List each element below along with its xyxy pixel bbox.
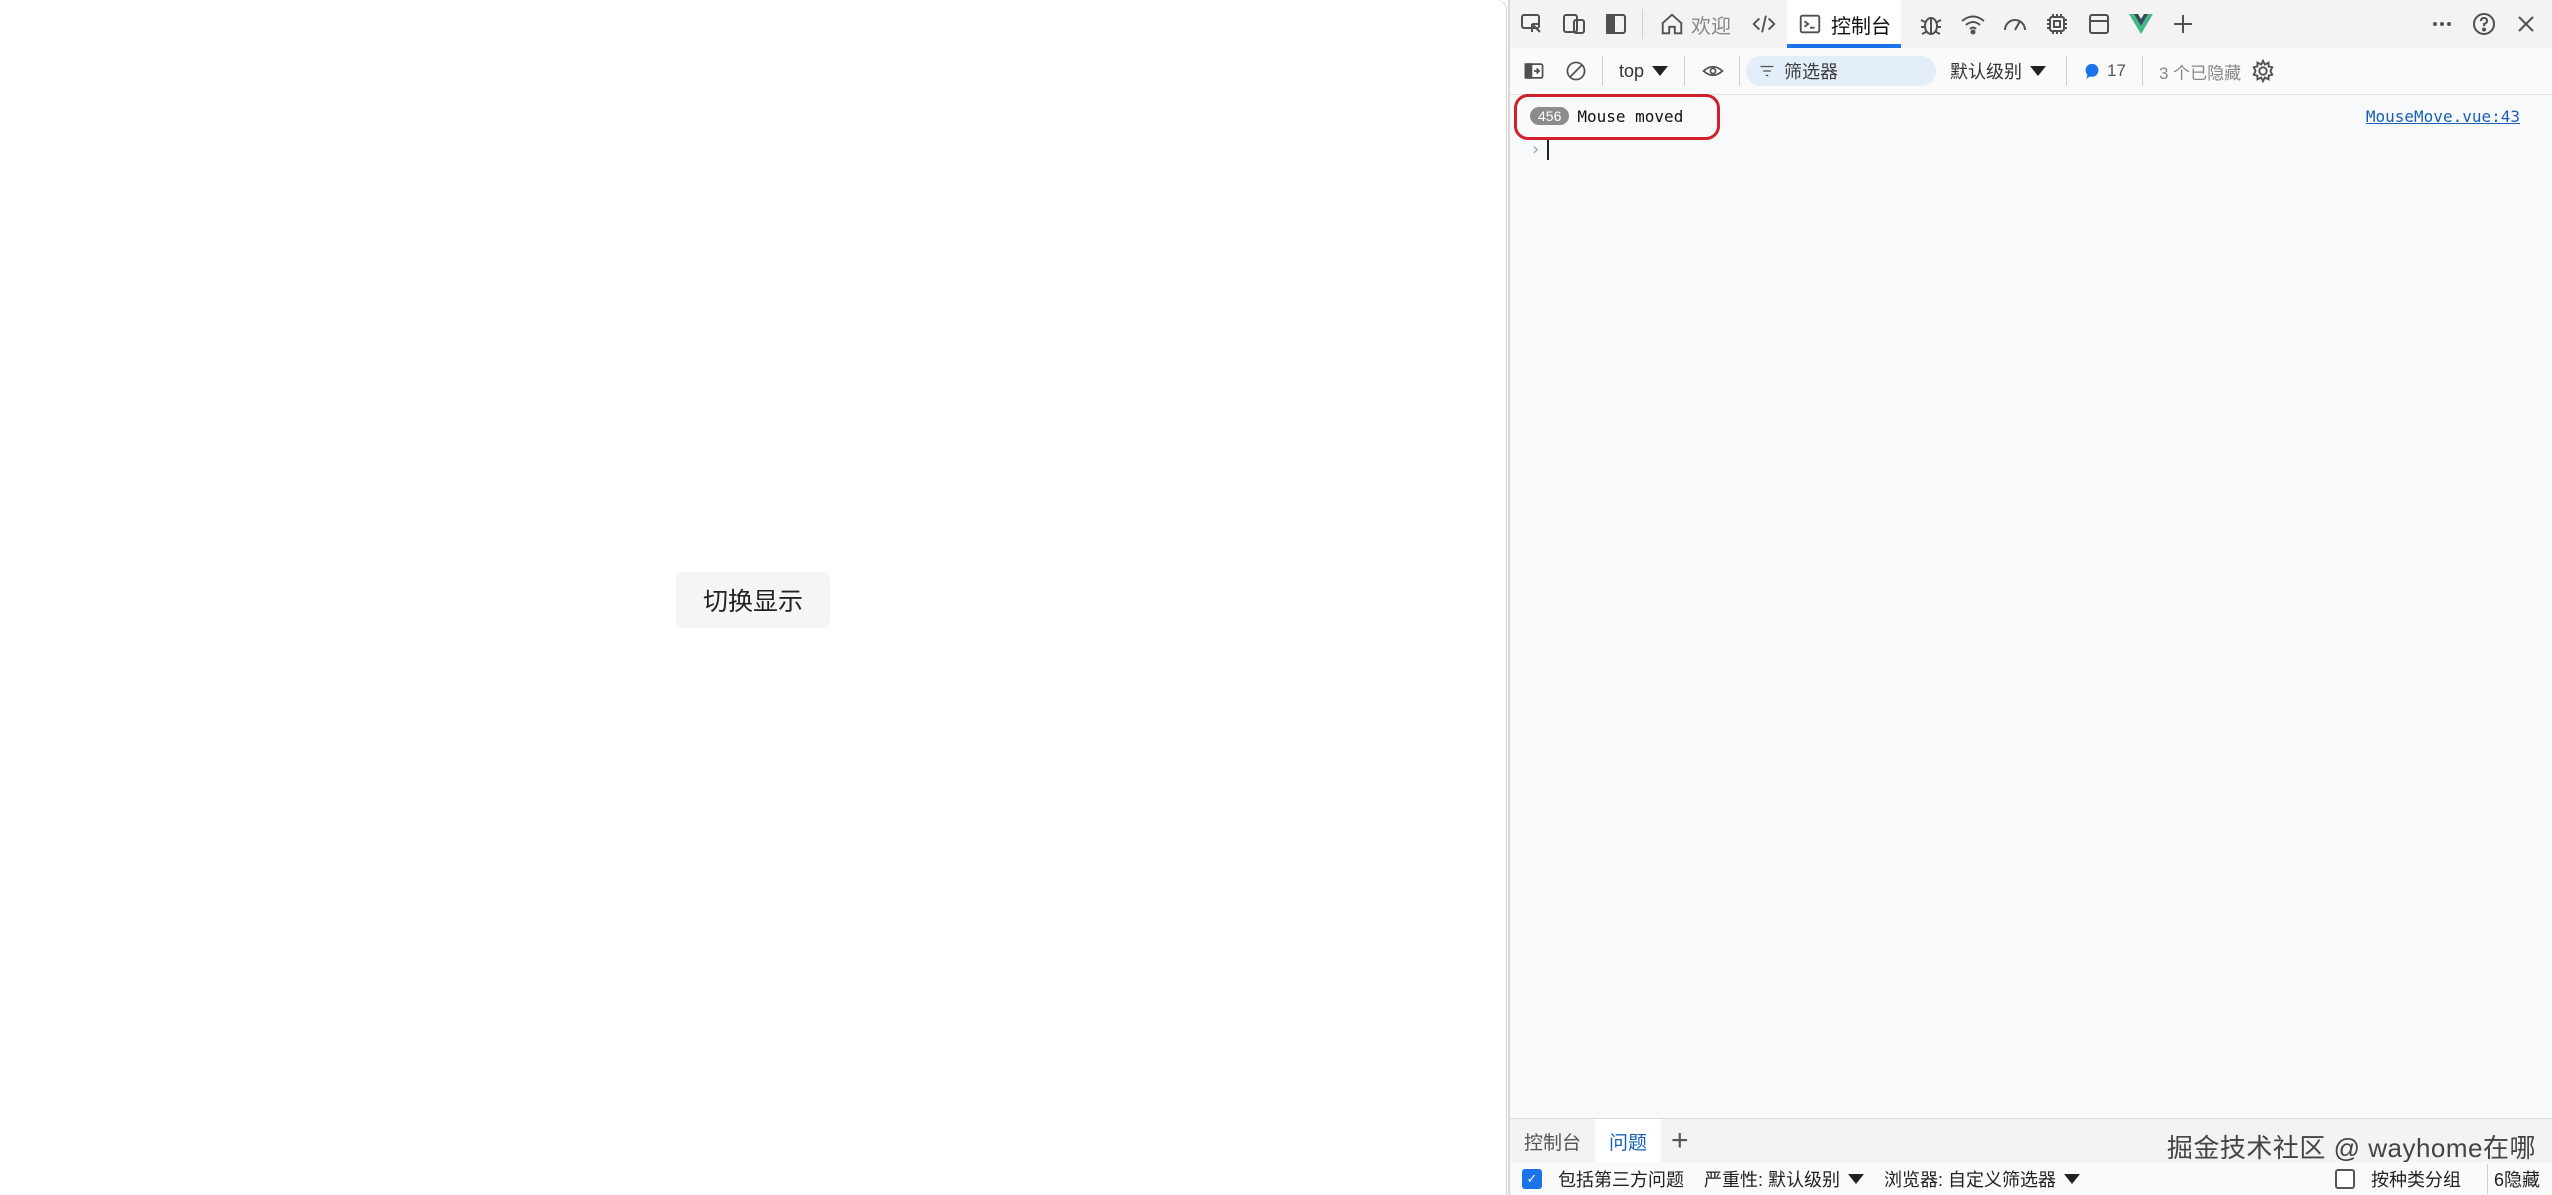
log-level-label: 默认级别 — [1950, 62, 2023, 82]
tab-console-label: 控制台 — [1831, 15, 1891, 38]
tab-elements[interactable] — [1741, 0, 1787, 48]
performance-icon[interactable] — [1995, 4, 2035, 44]
log-level-dropdown[interactable]: 默认级别 — [1936, 58, 2060, 84]
add-tab-icon[interactable] — [2163, 4, 2203, 44]
source-link[interactable]: MouseMove.vue:43 — [2366, 107, 2520, 126]
prompt-chevron-icon: › — [1530, 139, 1541, 160]
checkbox-unchecked-icon — [2334, 1168, 2355, 1189]
include-third-party-label: 包括第三方问题 — [1558, 1169, 1684, 1190]
filter-placeholder: 筛选器 — [1784, 62, 1839, 82]
memory-chip-icon[interactable] — [2037, 4, 2077, 44]
application-window-icon[interactable] — [2079, 4, 2119, 44]
dock-sidebar-icon[interactable] — [1596, 4, 1636, 44]
context-selector[interactable]: top — [1609, 61, 1678, 82]
webpage-viewport: 切换显示 — [0, 0, 1506, 1195]
close-icon[interactable] — [2506, 4, 2546, 44]
tab-console[interactable]: 控制台 — [1787, 0, 1901, 48]
console-icon — [1797, 11, 1823, 37]
console-settings-gear-icon[interactable] — [2243, 51, 2283, 91]
bug-icon[interactable] — [1911, 4, 1951, 44]
console-output[interactable]: 456 Mouse moved MouseMove.vue:43 › — [1510, 94, 2552, 1115]
filter-icon — [1758, 62, 1776, 80]
issues-hidden-count: 6隐藏 — [2493, 1169, 2540, 1190]
device-emulation-icon[interactable] — [1554, 4, 1594, 44]
severity-dropdown[interactable]: 严重性: 默认级别 — [1704, 1166, 1865, 1192]
message-bubble-icon — [2083, 62, 2101, 80]
devtools-topbar: 欢迎 控制台 — [1510, 0, 2552, 49]
devtools-panel: 欢迎 控制台 top 筛选器 默认级别 17 3 个已隐藏 456 Mouse … — [1508, 0, 2552, 1195]
browser-filter-label: 浏览器: 自定义筛选器 — [1884, 1169, 2057, 1190]
issues-toolbar: ✓ 包括第三方问题 严重性: 默认级别 浏览器: 自定义筛选器 按种类分组 6隐… — [1510, 1162, 2552, 1195]
checkbox-checked-icon: ✓ — [1522, 1168, 1542, 1189]
tab-welcome[interactable]: 欢迎 — [1649, 0, 1741, 48]
toolbar-divider — [1642, 9, 1643, 39]
include-third-party-checkbox[interactable]: ✓ 包括第三方问题 — [1510, 1166, 1684, 1192]
message-count-badge[interactable]: 17 — [2073, 61, 2136, 81]
chevron-down-icon — [2064, 1173, 2081, 1184]
filter-input[interactable]: 筛选器 — [1746, 56, 1937, 86]
toggle-display-button[interactable]: 切换显示 — [676, 572, 830, 628]
watermark-text: 掘金技术社区 @ wayhome在哪 — [2166, 1133, 2536, 1163]
tab-welcome-label: 欢迎 — [1691, 15, 1731, 38]
inspect-element-icon[interactable] — [1512, 4, 1552, 44]
code-icon — [1751, 11, 1777, 37]
console-log-entry[interactable]: 456 Mouse moved MouseMove.vue:43 — [1530, 103, 2520, 129]
add-drawer-tab-icon[interactable]: + — [1661, 1124, 1699, 1158]
console-prompt[interactable]: › — [1530, 139, 1549, 160]
repeat-count-badge: 456 — [1530, 107, 1570, 125]
show-sidebar-icon[interactable] — [1514, 51, 1554, 91]
group-by-kind-checkbox[interactable]: 按种类分组 — [2323, 1166, 2461, 1192]
context-selector-label: top — [1619, 60, 1645, 81]
message-count: 17 — [2107, 61, 2126, 80]
live-expression-eye-icon[interactable] — [1693, 51, 1733, 91]
console-toolbar: top 筛选器 默认级别 17 3 个已隐藏 — [1510, 48, 2552, 95]
text-caret — [1546, 140, 1549, 160]
drawer-tab-issues[interactable]: 问题 — [1595, 1119, 1662, 1163]
drawer-tab-console[interactable]: 控制台 — [1510, 1119, 1595, 1163]
browser-filter-dropdown[interactable]: 浏览器: 自定义筛选器 — [1884, 1166, 2081, 1192]
clear-console-icon[interactable] — [1556, 51, 1596, 91]
hidden-messages-count: 3 个已隐藏 — [2158, 63, 2242, 83]
help-icon[interactable] — [2464, 4, 2504, 44]
wifi-icon[interactable] — [1953, 4, 1993, 44]
more-options-icon[interactable] — [2422, 4, 2462, 44]
group-by-kind-label: 按种类分组 — [2370, 1169, 2461, 1190]
severity-label: 严重性: 默认级别 — [1704, 1169, 1841, 1190]
home-icon — [1659, 11, 1685, 37]
vue-devtools-icon[interactable] — [2121, 4, 2161, 44]
log-message: Mouse moved — [1577, 106, 1684, 126]
chevron-down-icon — [2030, 66, 2047, 76]
chevron-down-icon — [1848, 1173, 1865, 1184]
chevron-down-icon — [1652, 66, 1669, 76]
